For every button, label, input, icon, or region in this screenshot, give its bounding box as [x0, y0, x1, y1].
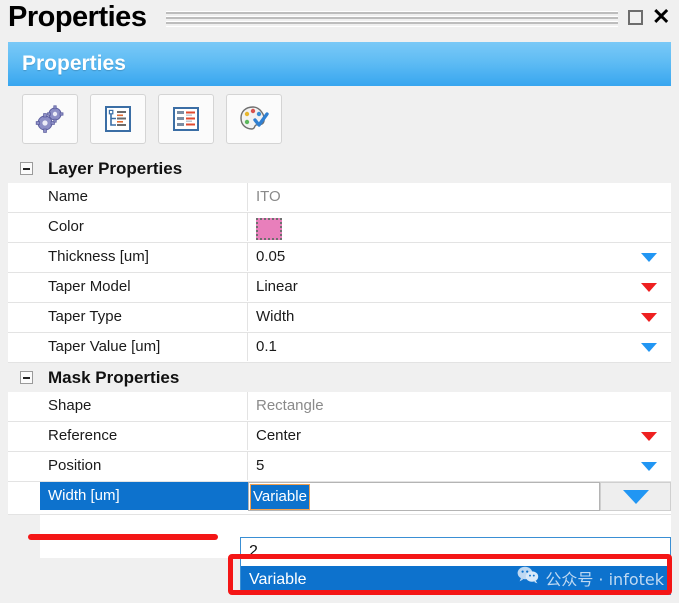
table-row[interactable]: Taper Value [um] 0.1	[8, 333, 671, 363]
maximize-icon[interactable]	[628, 10, 643, 25]
row-value[interactable]: Linear	[248, 273, 671, 301]
width-combobox[interactable]: Variable	[248, 482, 600, 511]
table-row-selected[interactable]: Width [um] Variable	[8, 482, 671, 515]
row-value[interactable]: Width	[248, 303, 671, 331]
toolbar-button-property-pages[interactable]	[226, 94, 282, 144]
chevron-down-icon[interactable]	[641, 283, 657, 292]
row-label: Taper Model	[40, 273, 248, 301]
table-row[interactable]: Taper Model Linear	[8, 273, 671, 303]
group-header-layer-properties[interactable]: Layer Properties	[8, 154, 671, 183]
table-row[interactable]: Reference Center	[8, 422, 671, 452]
collapse-icon[interactable]	[20, 162, 33, 175]
window-titlebar: Properties ✕	[0, 0, 679, 36]
row-label: Thickness [um]	[40, 243, 248, 271]
panel-header-title: Properties	[22, 52, 126, 75]
toolbar-button-alphabetical[interactable]	[158, 94, 214, 144]
titlebar-grip[interactable]	[166, 11, 618, 27]
row-value[interactable]: 0.1	[248, 333, 671, 361]
properties-window: Properties ✕ Properties Layer Properties…	[0, 0, 679, 603]
table-row[interactable]: Position 5	[8, 452, 671, 482]
width-value-text: Variable	[250, 484, 310, 510]
group-title: Mask Properties	[48, 368, 180, 387]
toolbar-button-settings[interactable]	[22, 94, 78, 144]
chevron-down-icon[interactable]	[641, 343, 657, 352]
toolbar-button-categorized[interactable]	[90, 94, 146, 144]
tree-view-icon	[104, 105, 132, 133]
table-row[interactable]: Color	[8, 213, 671, 243]
row-value: Rectangle	[256, 397, 324, 414]
row-value[interactable]: 5	[248, 452, 671, 480]
chevron-down-icon[interactable]	[641, 432, 657, 441]
row-label: Taper Value [um]	[40, 333, 248, 361]
row-label: Taper Type	[40, 303, 248, 331]
window-title: Properties	[8, 1, 147, 33]
table-row[interactable]: Taper Type Width	[8, 303, 671, 333]
width-dropdown-button[interactable]	[600, 482, 671, 511]
row-label-width: Width [um]	[40, 482, 248, 510]
close-icon[interactable]: ✕	[652, 5, 670, 29]
chevron-down-icon	[622, 489, 649, 504]
group-header-mask-properties[interactable]: Mask Properties	[8, 363, 671, 392]
annotation-box	[228, 554, 672, 595]
properties-toolbar	[8, 94, 671, 148]
palette-icon	[239, 105, 269, 133]
collapse-icon[interactable]	[20, 371, 33, 384]
row-label: Shape	[40, 392, 248, 420]
annotation-underline	[28, 534, 218, 540]
table-row[interactable]: Thickness [um] 0.05	[8, 243, 671, 273]
list-view-icon	[172, 105, 200, 133]
color-swatch[interactable]	[256, 218, 282, 240]
row-label: Position	[40, 452, 248, 480]
chevron-down-icon[interactable]	[641, 462, 657, 471]
property-grid: Layer Properties Name ITO Color Thicknes…	[8, 154, 671, 558]
chevron-down-icon[interactable]	[641, 253, 657, 262]
row-value[interactable]: 0.05	[248, 243, 671, 271]
panel-header: Properties	[8, 42, 671, 86]
chevron-down-icon[interactable]	[641, 313, 657, 322]
row-label: Name	[40, 183, 248, 211]
gears-icon	[35, 105, 65, 133]
table-row[interactable]: Name ITO	[8, 183, 671, 213]
row-label: Color	[40, 213, 248, 241]
row-label: Reference	[40, 422, 248, 450]
row-value[interactable]: Center	[248, 422, 671, 450]
table-row[interactable]: Shape Rectangle	[8, 392, 671, 422]
group-title: Layer Properties	[48, 159, 183, 178]
row-value: ITO	[256, 188, 281, 205]
